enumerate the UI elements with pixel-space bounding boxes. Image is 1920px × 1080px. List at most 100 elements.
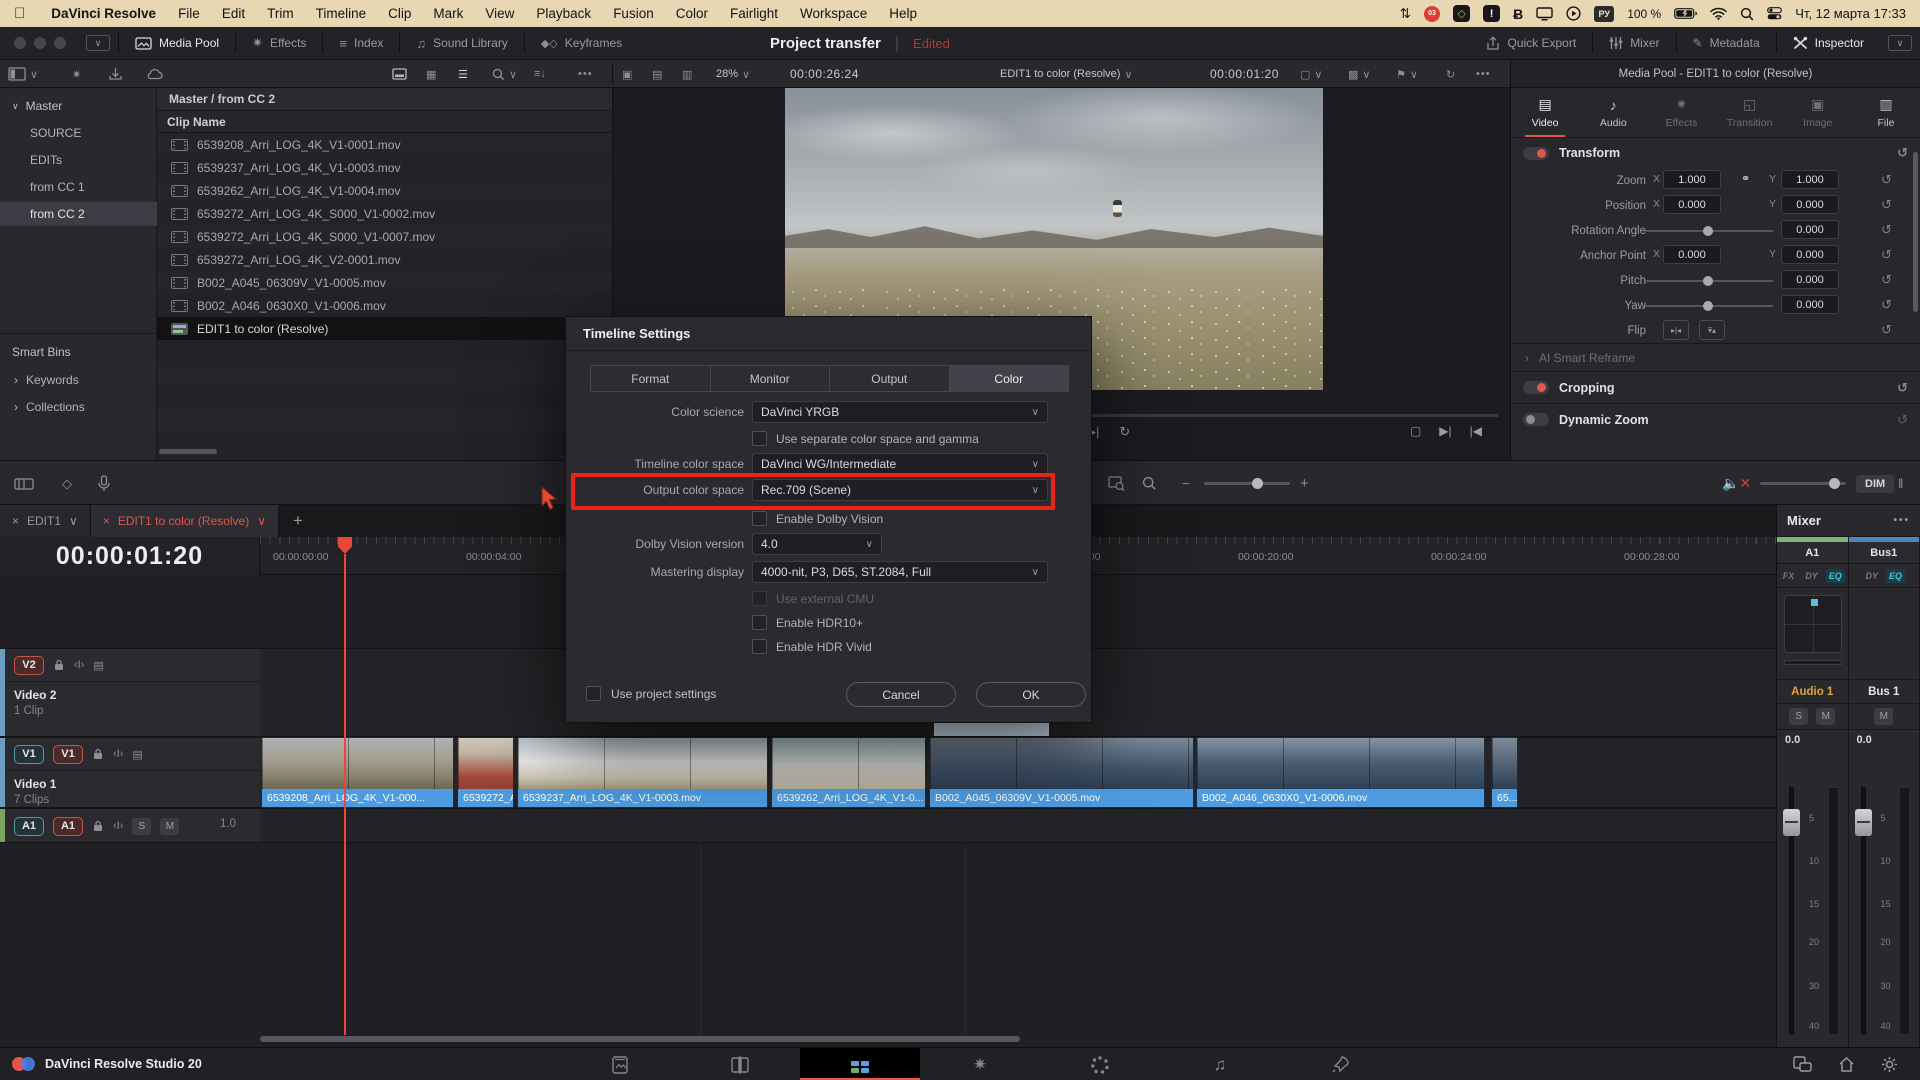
value-field[interactable]: 0.000 (1781, 220, 1839, 239)
solo-button[interactable]: S (1789, 708, 1808, 725)
media-clip-row[interactable]: 6539272_Arri_LOG_4K_S000_V1-0007.mov (157, 225, 612, 248)
track-header-v2[interactable]: V2‹I›▤ Video 2 1 Clip (0, 648, 260, 737)
sidebar-item-from-cc-1[interactable]: from CC 1 (0, 175, 157, 199)
value-field-x[interactable]: 1.000 (1663, 170, 1721, 189)
toolbar-index-button[interactable]: ≡Index (323, 27, 399, 59)
mute-button[interactable]: M (1874, 708, 1893, 725)
dialog-tab-monitor[interactable]: Monitor (711, 366, 831, 391)
fx-button-fx[interactable]: FX (1780, 569, 1798, 583)
menubar-item-edit[interactable]: Edit (222, 6, 245, 21)
cloud-icon[interactable] (146, 60, 163, 88)
value-slider[interactable] (1645, 280, 1773, 282)
fairlight-page-button[interactable]: ♫ (1160, 1048, 1280, 1080)
menubar-item-view[interactable]: View (485, 6, 514, 21)
zoom-in-icon[interactable]: + (1300, 461, 1309, 506)
row-reset-icon[interactable]: ↺ (1881, 247, 1892, 263)
panel-toggle-right-button[interactable]: ∨ (1888, 35, 1912, 51)
thumbnail-view-icon[interactable] (392, 60, 407, 88)
monitor-volume-slider[interactable] (1760, 461, 1846, 506)
use-project-settings-checkbox[interactable] (586, 686, 601, 701)
toolbar-effects-button[interactable]: ✷Effects (236, 27, 322, 59)
bitcoin-app-icon[interactable]: Ƀ (1513, 5, 1523, 23)
chevron-down-icon[interactable]: ∨ (257, 514, 266, 528)
sort-icon[interactable]: ≡↓ (534, 60, 546, 88)
sidebar-item-keywords[interactable]: ›Keywords (0, 368, 157, 392)
media-clip-row[interactable]: B002_A046_0630X0_V1-0006.mov (157, 294, 612, 317)
zoom-fit-icon[interactable] (1108, 461, 1125, 506)
playhead-line[interactable] (344, 554, 346, 1035)
row-reset-icon[interactable]: ↺ (1881, 172, 1892, 188)
value-field[interactable]: 0.000 (1781, 270, 1839, 289)
loop-button[interactable]: ↻ (1119, 424, 1130, 440)
timeline-clip[interactable]: 6539262_Arri_LOG_4K_V1-0... (771, 737, 926, 808)
track-lane-a1[interactable] (260, 808, 1776, 843)
timeline-list-row[interactable]: EDIT1 to color (Resolve) (157, 317, 612, 340)
sidebar-item-master[interactable]: ∨Master (0, 94, 157, 118)
chevron-down-icon[interactable]: ∨ (69, 514, 78, 528)
cancel-button[interactable]: Cancel (846, 682, 956, 707)
section-reset-icon[interactable]: ↺ (1897, 380, 1908, 396)
track-header-a1[interactable]: A1A1‹I›SM 1.0 (0, 808, 260, 843)
media-clip-row[interactable]: 6539272_Arri_LOG_4K_V2-0001.mov (157, 248, 612, 271)
inspector-tab-file[interactable]: ▥File (1852, 88, 1920, 137)
import-media-icon[interactable] (108, 60, 123, 88)
menubar-item-file[interactable]: File (178, 6, 200, 21)
menubar-item-fairlight[interactable]: Fairlight (730, 6, 778, 21)
timeline-clip[interactable]: 6539208_Arri_LOG_4K_V1-000... (261, 737, 454, 808)
quick-export-button[interactable]: Quick Export (1470, 27, 1592, 59)
mute-button[interactable]: M (160, 818, 179, 835)
ai-smart-reframe-section[interactable]: ›AI Smart Reframe (1511, 343, 1920, 371)
media-pool-hscrollbar[interactable] (159, 449, 217, 454)
enable-hdr-vivid-checkbox[interactable] (752, 639, 767, 654)
menubar-clock[interactable]: Чт, 12 марта 17:33 (1795, 6, 1906, 21)
value-field-y[interactable]: 0.000 (1781, 195, 1839, 214)
match-frame-icon[interactable]: ▢ (1410, 424, 1421, 438)
strip-name[interactable]: A1 (1777, 542, 1848, 564)
menubar-item-color[interactable]: Color (676, 6, 708, 21)
menubar-item-help[interactable]: Help (889, 6, 917, 21)
dialog-title[interactable]: Timeline Settings (566, 317, 1091, 351)
color-science-select[interactable]: DaVinci YRGB∨ (752, 401, 1048, 423)
row-reset-icon[interactable]: ↺ (1881, 297, 1892, 313)
spotlight-search-icon[interactable] (1740, 5, 1754, 23)
lock-icon[interactable] (53, 659, 65, 671)
strip-name[interactable]: Bus1 (1849, 542, 1920, 564)
section-dynamic-zoom[interactable]: Dynamic Zoom↺ (1511, 403, 1920, 435)
color-page-button[interactable] (1040, 1048, 1160, 1080)
sync-icon[interactable]: ⇅ (1400, 5, 1411, 23)
viewer-overlay-icon[interactable]: ▣ (622, 60, 632, 88)
track-level-a1[interactable]: 1.0 (220, 818, 236, 830)
value-field-y[interactable]: 0.000 (1781, 245, 1839, 264)
mastering-display-select[interactable]: 4000-nit, P3, D65, ST.2084, Full∨ (752, 561, 1048, 583)
use-separate-color-space-and-gamma-checkbox[interactable] (752, 431, 767, 446)
close-icon[interactable]: × (12, 514, 19, 528)
link-icon[interactable]: ⚭ (1741, 172, 1750, 185)
clip-name-column-header[interactable]: Clip Name (157, 111, 612, 133)
timeline-color-space-select[interactable]: DaVinci WG/Intermediate∨ (752, 453, 1048, 475)
fx-button-dy[interactable]: DY (1862, 569, 1881, 583)
viewer-flag-icon[interactable]: ⚑∨ (1396, 60, 1418, 88)
menubar-item-clip[interactable]: Clip (388, 6, 411, 21)
dialog-tab-format[interactable]: Format (591, 366, 711, 391)
menubar-item-trim[interactable]: Trim (267, 6, 294, 21)
mixer-button[interactable]: Mixer (1593, 27, 1675, 59)
media-search-icon[interactable]: ∨ (492, 60, 517, 88)
toolbar-keyframes-button[interactable]: ◆◇Keyframes (525, 27, 638, 59)
toolbar-sound-library-button[interactable]: ♫Sound Library (400, 27, 523, 59)
mixer-options-icon[interactable]: ••• (1893, 515, 1910, 526)
zoom-out-icon[interactable]: − (1182, 461, 1190, 506)
pan-pad[interactable] (1784, 595, 1842, 653)
menubar-item-playback[interactable]: Playback (536, 6, 591, 21)
prev-marker-icon[interactable]: |◀ (1470, 424, 1482, 438)
inspector-tab-transition[interactable]: ◱Transition (1716, 88, 1784, 137)
timeline-selector-dropdown[interactable]: EDIT1 to color (Resolve)∨ (1000, 60, 1133, 88)
row-reset-icon[interactable]: ↺ (1881, 197, 1892, 213)
media-clip-row[interactable]: 6539208_Arri_LOG_4K_V1-0001.mov (157, 133, 612, 156)
edit-page-button[interactable] (800, 1048, 920, 1080)
inspector-tab-image[interactable]: ▣Image (1784, 88, 1852, 137)
menubar-item-fusion[interactable]: Fusion (613, 6, 654, 21)
row-reset-icon[interactable]: ↺ (1881, 222, 1892, 238)
auto-select-icon[interactable]: ‹I› (113, 748, 123, 760)
wifi-icon[interactable] (1710, 5, 1727, 23)
ok-button[interactable]: OK (976, 682, 1086, 707)
